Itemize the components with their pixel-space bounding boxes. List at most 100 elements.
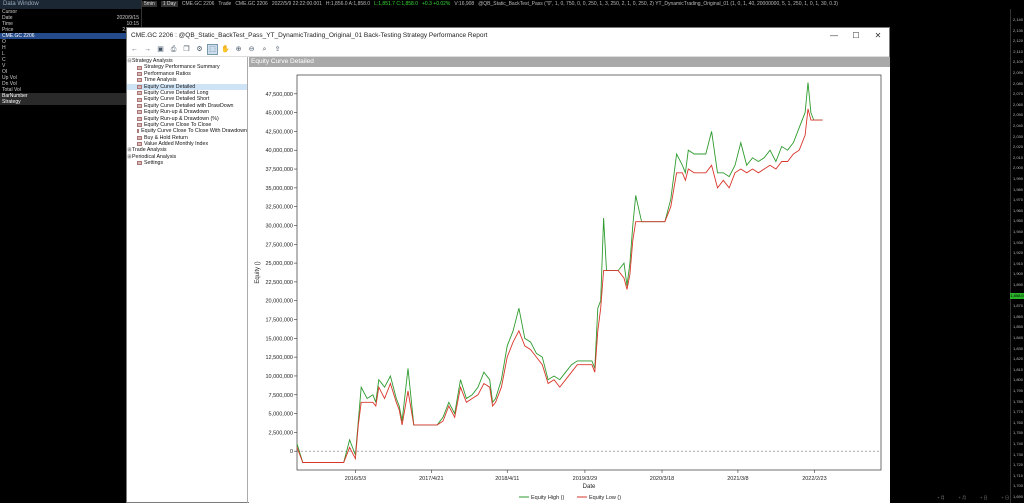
copy-icon[interactable]: ❐ — [182, 45, 191, 54]
save-icon[interactable]: ▣ — [156, 45, 165, 54]
report-icon — [137, 123, 142, 128]
price-axis-label: 1,870 — [1012, 303, 1023, 309]
price-axis-label: 1,940 — [1012, 229, 1023, 234]
price-axis-label: 2,090 — [1012, 70, 1023, 75]
report-toolbar: ← → ▣ ⎙ ❐ ⚙ ⬚ ✋ ⊕ ⊖ ⌕ ⇪ — [127, 43, 889, 57]
y-tick-label: 47,500,000 — [265, 92, 293, 98]
price-axis-label: 1,720 — [1012, 462, 1023, 468]
y-tick-label: 5,000,000 — [269, 412, 293, 418]
report-icon — [137, 91, 142, 96]
export-icon[interactable]: ⇪ — [273, 45, 282, 54]
price-axis-label: 1,780 — [1012, 398, 1023, 404]
quote-bar-item: CME.GC 2206 — [181, 1, 215, 7]
report-icon — [137, 103, 142, 108]
price-axis-label: 1,730 — [1012, 451, 1023, 457]
report-icon — [137, 142, 142, 147]
data-window-rows: CursorDate2020/9/15Time10:15Price2,123.5… — [0, 9, 141, 105]
data-window-label: CME.GC 2206 — [2, 33, 35, 39]
window-title: CME.GC 2206 : @QB_Static_BackTest_Pass_Y… — [131, 32, 488, 39]
price-axis-label: 1,920 — [1012, 250, 1023, 256]
price-axis: 2,140 2,130 2,120 2,110 2,100 2,090 2,080 2,070… — [1010, 9, 1024, 503]
report-icon — [137, 65, 142, 70]
x-tick-label: 2017/4/21 — [419, 476, 443, 482]
y-tick-label: 12,500,000 — [265, 355, 293, 361]
print-icon[interactable]: ⎙ — [169, 45, 178, 54]
select-icon[interactable]: ⬚ — [207, 44, 218, 55]
plot-area — [296, 74, 882, 471]
report-icon — [137, 71, 142, 76]
quote-bar-item: 1 Day — [160, 1, 178, 7]
data-window-row[interactable]: Strategy — [0, 99, 141, 105]
period-tab[interactable]: + 日 — [1002, 495, 1009, 503]
price-axis-label: 1,750 — [1012, 430, 1023, 436]
period-tab[interactable]: + 月 — [937, 495, 944, 503]
price-axis-label: 1,770 — [1012, 409, 1023, 415]
price-axis-label: 1,710 — [1012, 472, 1023, 478]
y-tick-label: 20,000,000 — [265, 299, 293, 305]
price-axis-label: 2,120 — [1012, 38, 1023, 44]
x-tick-label: 2022/2/23 — [802, 476, 826, 482]
report-icon — [137, 78, 142, 83]
price-axis-label: 2,130 — [1012, 27, 1023, 33]
period-tab[interactable]: + 日 — [980, 495, 987, 503]
y-tick-label: 35,000,000 — [265, 186, 293, 192]
price-axis-label: 2,100 — [1012, 59, 1023, 65]
bottom-period-tabs[interactable]: + 月 + 月 + 日 + 日 — [937, 495, 1009, 503]
quote-bar-item: L:1,851.7 C:1,858.0 — [374, 1, 419, 7]
y-tick-label: 10,000,000 — [265, 374, 293, 380]
price-axis-label: 1,800 — [1012, 377, 1023, 383]
legend-label: Equity Low () — [589, 495, 621, 501]
equity-chart[interactable]: 0 2,500,000 5,000,000 7,500,000 10,000,000 12… — [249, 67, 890, 503]
quote-bar-item: +0.3 +0.02% — [422, 1, 451, 7]
zoom-in-icon[interactable]: ⊕ — [234, 45, 243, 54]
x-tick-label: 2019/3/29 — [573, 476, 597, 482]
price-axis-label: 2,020 — [1012, 144, 1023, 150]
hand-icon[interactable]: ✋ — [221, 45, 230, 54]
zoom-reset-icon[interactable]: ⌕ — [260, 45, 269, 54]
report-icon — [137, 135, 142, 140]
price-axis-label: 1,790 — [1012, 388, 1023, 393]
window-titlebar[interactable]: CME.GC 2206 : @QB_Static_BackTest_Pass_Y… — [127, 28, 889, 43]
tree-node-label: Settings — [144, 160, 164, 167]
price-axis-label: 2,040 — [1012, 123, 1023, 128]
price-axis-label: 1,970 — [1012, 197, 1023, 203]
maximize-button[interactable]: ☐ — [845, 31, 867, 40]
price-axis-label: 1,910 — [1012, 260, 1023, 266]
price-axis-label: 1,960 — [1012, 207, 1023, 213]
x-tick-label: 2020/3/18 — [650, 476, 674, 482]
y-tick-label: 45,000,000 — [265, 111, 293, 117]
x-tick-label: 2016/5/3 — [345, 476, 366, 482]
price-axis-label: 1,950 — [1012, 218, 1023, 224]
y-tick-label: 2,500,000 — [269, 430, 293, 436]
performance-report-window: CME.GC 2206 : @QB_Static_BackTest_Pass_Y… — [126, 27, 890, 503]
report-icon — [137, 161, 142, 166]
price-axis-label: 2,080 — [1012, 80, 1023, 86]
period-tab[interactable]: + 月 — [959, 495, 966, 503]
price-axis-label: 1,830 — [1012, 345, 1023, 351]
zoom-out-icon[interactable]: ⊖ — [247, 45, 256, 54]
price-axis-label: 2,050 — [1012, 112, 1023, 118]
y-tick-label: 22,500,000 — [265, 280, 293, 286]
chart-header: Equity Curve Detailed — [249, 57, 890, 67]
back-icon[interactable]: ← — [130, 45, 139, 54]
settings-icon[interactable]: ⚙ — [195, 45, 204, 54]
forward-icon[interactable]: → — [143, 45, 152, 54]
report-icon — [137, 116, 142, 121]
price-axis-label: 1,810 — [1012, 366, 1023, 372]
legend-label: Equity High () — [531, 495, 564, 501]
price-axis-label: 2,070 — [1012, 91, 1023, 97]
price-axis-label: 2,030 — [1012, 133, 1023, 139]
y-tick-label: 40,000,000 — [265, 148, 293, 154]
report-icon — [137, 97, 142, 102]
tree-node[interactable]: Settings — [127, 160, 247, 166]
close-button[interactable]: ✕ — [867, 31, 889, 40]
price-axis-label: 1,860 — [1012, 313, 1023, 319]
x-axis-label: Date — [583, 484, 596, 490]
price-axis-label: 1,930 — [1012, 239, 1023, 245]
minimize-button[interactable]: — — [823, 31, 845, 40]
chart-panel: Equity Curve Detailed 0 2,500,000 5,000,00… — [249, 57, 890, 503]
y-tick-label: 7,500,000 — [269, 393, 293, 399]
price-axis-label: 1,980 — [1012, 186, 1023, 192]
quote-bar: 5min 1 Day CME.GC 2206 Trade CME.GC 2206 2022… — [142, 0, 1024, 9]
x-tick-label: 2018/4/11 — [495, 476, 519, 482]
